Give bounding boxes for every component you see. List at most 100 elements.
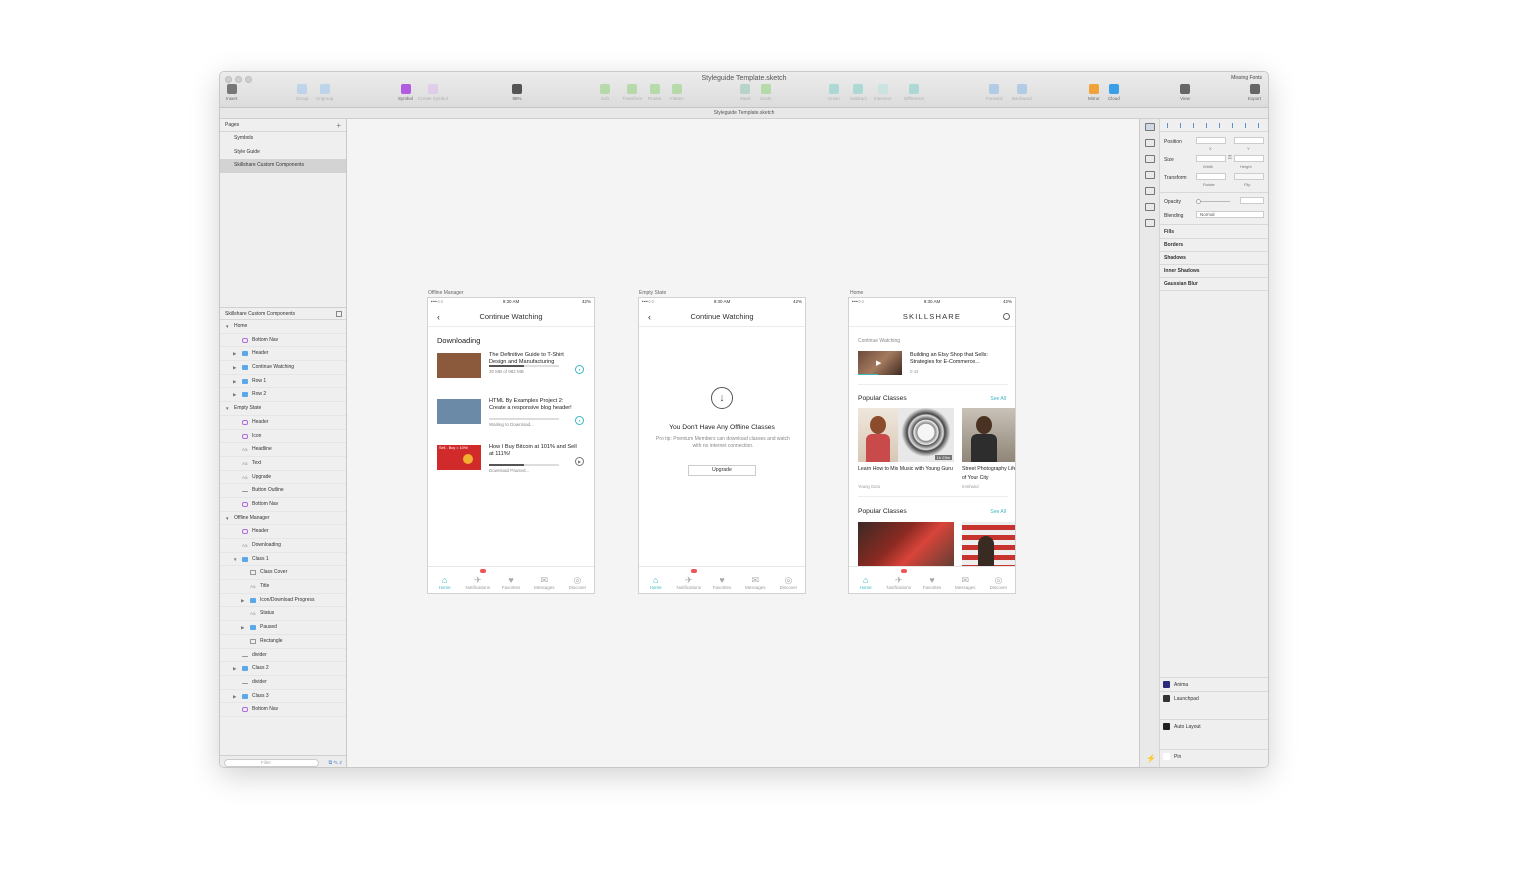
print-icon[interactable] bbox=[1144, 155, 1155, 163]
toolbar-intersect-button[interactable]: Intersect bbox=[874, 84, 891, 101]
tab-home[interactable]: ⌂ Home bbox=[849, 567, 882, 593]
align-center-icon[interactable] bbox=[1193, 122, 1198, 128]
disclosure-arrow-icon[interactable]: ▶ bbox=[233, 388, 236, 402]
layer-row-title[interactable]: Aa Title bbox=[220, 580, 346, 594]
filter-input[interactable]: Filter bbox=[224, 759, 319, 767]
toolbar-scale-button[interactable]: Scale bbox=[760, 84, 771, 101]
class-title[interactable]: HTML By Examples Project 2: Create a res… bbox=[489, 398, 577, 412]
layer-row-class-1[interactable]: ▼ Class 1 bbox=[220, 553, 346, 567]
toolbar-flatten-button[interactable]: Flatten bbox=[670, 84, 684, 101]
toolbar-86--button[interactable]: 86% bbox=[512, 84, 522, 101]
document-tab[interactable]: Styleguide Template.sketch bbox=[220, 108, 1268, 119]
layer-row-icon[interactable]: Icon bbox=[220, 430, 346, 444]
align-bottom-icon[interactable] bbox=[1258, 122, 1263, 128]
toolbar-cloud-button[interactable]: Cloud bbox=[1108, 84, 1120, 101]
toolbar-view-button[interactable]: View bbox=[1180, 84, 1190, 101]
upgrade-button[interactable]: Upgrade bbox=[688, 465, 756, 476]
plugin-launchpad[interactable]: Launchpad bbox=[1160, 691, 1268, 705]
disclosure-arrow-icon[interactable]: ▼ bbox=[225, 512, 229, 526]
layer-row-upgrade[interactable]: Aa Upgrade bbox=[220, 471, 346, 485]
layer-row-empty-state[interactable]: ▼ Empty State bbox=[220, 402, 346, 416]
opacity-slider[interactable] bbox=[1196, 201, 1230, 202]
tab-home[interactable]: ⌂ Home bbox=[428, 567, 461, 593]
canvas[interactable]: Offline Manager •••○○ 9:30 AM 42% ‹ Cont… bbox=[347, 119, 1139, 767]
tab-home[interactable]: ⌂ Home bbox=[639, 567, 672, 593]
page-item-skillshare-custom-components[interactable]: Skillshare Custom Components bbox=[220, 159, 346, 173]
disclosure-arrow-icon[interactable]: ▶ bbox=[241, 621, 244, 635]
continue-watching-title[interactable]: Building an Etsy Shop that Sells: Strate… bbox=[910, 352, 1008, 366]
layer-row-header[interactable]: ▶ Header bbox=[220, 347, 346, 362]
download-item[interactable]: HTML By Examples Project 2: Create a res… bbox=[428, 391, 594, 437]
align-right-icon[interactable] bbox=[1219, 122, 1224, 128]
toolbar-export-button[interactable]: Export bbox=[1248, 84, 1261, 101]
disclosure-arrow-icon[interactable]: ▶ bbox=[233, 347, 236, 361]
continue-watching-thumbnail[interactable]: ▶ bbox=[858, 351, 902, 375]
missing-fonts-button[interactable]: Missing Fonts bbox=[1231, 75, 1262, 81]
pause-icon[interactable]: ⏸ bbox=[575, 365, 584, 374]
toolbar-mask-button[interactable]: Mask bbox=[740, 84, 751, 101]
toolbar-rotate-button[interactable]: Rotate bbox=[648, 84, 661, 101]
layer-row-status[interactable]: Aa Status bbox=[220, 607, 346, 622]
pause-icon[interactable]: ⏸ bbox=[575, 416, 584, 425]
plugin-auto-layout[interactable]: Auto Layout bbox=[1160, 719, 1268, 733]
artboard-home[interactable]: •••○○ 9:30 AM 42% SKILLSHARE Continue Wa… bbox=[848, 297, 1016, 594]
toolbar-backward-button[interactable]: Backward bbox=[1012, 84, 1032, 101]
layer-row-offline-manager[interactable]: ▼ Offline Manager bbox=[220, 512, 346, 526]
tab-discover[interactable]: ◎ Discover bbox=[561, 567, 594, 593]
artboard-offline-manager[interactable]: •••○○ 9:30 AM 42% ‹ Continue Watching Do… bbox=[427, 297, 595, 594]
layer-row-header[interactable]: Header bbox=[220, 416, 346, 430]
artboard-label-empty[interactable]: Empty State bbox=[639, 290, 666, 296]
class-card-image[interactable] bbox=[962, 522, 1015, 570]
tab-notifications[interactable]: ✈ Notifications bbox=[461, 567, 494, 593]
section-fills[interactable]: Fills bbox=[1160, 226, 1268, 239]
upload-icon[interactable] bbox=[1144, 139, 1155, 147]
layer-row-rectangle[interactable]: Rectangle bbox=[220, 635, 346, 649]
page-item-style-guide[interactable]: Style Guide bbox=[220, 146, 346, 160]
layer-row-text[interactable]: Aa Text bbox=[220, 457, 346, 471]
artboard-empty-state[interactable]: •••○○ 9:30 AM 42% ‹ Continue Watching ↓ … bbox=[638, 297, 806, 594]
tab-messages[interactable]: ✉ Messages bbox=[949, 567, 982, 593]
lightning-icon[interactable]: ⚡ bbox=[1146, 754, 1156, 763]
class-title[interactable]: How I Buy Bitcoin at 101% and Sell at 11… bbox=[489, 444, 577, 458]
inspector-tab-icon[interactable] bbox=[1144, 123, 1155, 131]
toolbar-union-button[interactable]: Union bbox=[828, 84, 840, 101]
tab-favorites[interactable]: ♥ Favorites bbox=[915, 567, 948, 593]
toolbar-symbol-button[interactable]: Symbol bbox=[398, 84, 413, 101]
layer-row-class-3[interactable]: ▶ Class 3 bbox=[220, 690, 346, 704]
download-item[interactable]: The Definitive Guide to T-Shirt Design a… bbox=[428, 345, 594, 391]
layer-row-icon-download-progress[interactable]: ▶ Icon/Download Progress bbox=[220, 594, 346, 608]
page-item-symbols[interactable]: Symbols bbox=[220, 132, 346, 146]
disclosure-arrow-icon[interactable]: ▶ bbox=[233, 361, 236, 375]
toolbar-transform-button[interactable]: Transform bbox=[622, 84, 642, 101]
class-card-image[interactable] bbox=[962, 408, 1015, 462]
tab-favorites[interactable]: ♥ Favorites bbox=[494, 567, 527, 593]
section-shadows[interactable]: Shadows bbox=[1160, 252, 1268, 265]
search-icon[interactable] bbox=[1003, 313, 1010, 320]
class-card-image[interactable]: 1h 23m bbox=[858, 408, 954, 462]
tab-messages[interactable]: ✉ Messages bbox=[739, 567, 772, 593]
tab-messages[interactable]: ✉ Messages bbox=[528, 567, 561, 593]
toolbar-ungroup-button[interactable]: Ungroup bbox=[316, 84, 333, 101]
tab-notifications[interactable]: ✈ Notifications bbox=[672, 567, 705, 593]
opacity-slider-knob[interactable] bbox=[1196, 199, 1201, 204]
section-gaussian-blur[interactable]: Gaussian Blur bbox=[1160, 278, 1268, 291]
toolbar-forward-button[interactable]: Forward bbox=[986, 84, 1003, 101]
disclosure-arrow-icon[interactable]: ▼ bbox=[225, 320, 229, 334]
toolbar-mirror-button[interactable]: Mirror bbox=[1088, 84, 1100, 101]
rotate-field[interactable] bbox=[1196, 173, 1226, 180]
position-y-field[interactable] bbox=[1234, 137, 1264, 144]
class-title[interactable]: The Definitive Guide to T-Shirt Design a… bbox=[489, 352, 577, 366]
tab-discover[interactable]: ◎ Discover bbox=[772, 567, 805, 593]
blending-select[interactable]: Normal bbox=[1196, 211, 1264, 218]
disclosure-arrow-icon[interactable]: ▶ bbox=[233, 375, 236, 389]
image-icon[interactable] bbox=[1144, 219, 1155, 227]
position-x-field[interactable] bbox=[1196, 137, 1226, 144]
collapse-layers-icon[interactable] bbox=[336, 311, 342, 317]
layer-row-row-2[interactable]: ▶ Row 2 bbox=[220, 388, 346, 403]
layer-row-downloading[interactable]: Aa Downloading bbox=[220, 539, 346, 553]
layer-row-bottom-nav[interactable]: Bottom Nav bbox=[220, 703, 346, 717]
layer-row-headline[interactable]: Aa Headline bbox=[220, 443, 346, 457]
artboard-label-home[interactable]: Home bbox=[850, 290, 863, 296]
lock-icon[interactable]: ⚿ bbox=[1228, 155, 1232, 161]
layer-row-home[interactable]: ▼ Home bbox=[220, 320, 346, 334]
